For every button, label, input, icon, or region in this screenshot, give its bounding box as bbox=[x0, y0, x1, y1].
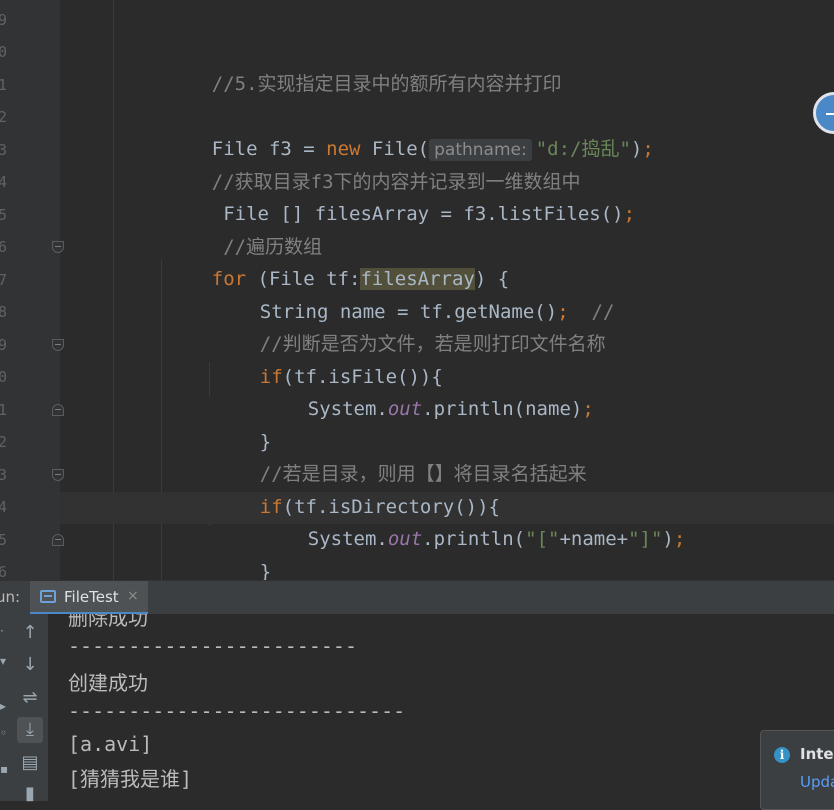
strip-icon[interactable]: ▸ bbox=[0, 699, 6, 713]
info-icon: i bbox=[774, 747, 790, 763]
line-number: 3 bbox=[0, 466, 8, 484]
fold-toggle-icon[interactable] bbox=[52, 241, 64, 253]
code-text: System. bbox=[307, 398, 388, 420]
notification-title: Intel bbox=[800, 745, 834, 763]
soft-wrap-icon[interactable]: ⇌ bbox=[17, 685, 43, 711]
code-line[interactable]: File f3 = new File(pathname: "d:/捣乱"); bbox=[166, 101, 654, 161]
code-line[interactable]: //遍历数组 bbox=[166, 199, 322, 258]
close-icon[interactable]: × bbox=[127, 588, 139, 604]
code-line[interactable]: } bbox=[214, 524, 271, 580]
code-line[interactable]: for (File tf:filesArray) { bbox=[166, 231, 509, 290]
notification-popup[interactable]: i Intel Upda bbox=[760, 730, 834, 810]
strip-icon[interactable]: ◦ bbox=[0, 726, 7, 740]
line-number: 5 bbox=[0, 531, 8, 549]
line-number: 8 bbox=[0, 303, 8, 321]
line-number: 4 bbox=[0, 498, 8, 516]
line-number: 6 bbox=[0, 238, 8, 256]
trash-icon[interactable]: ▮ bbox=[17, 781, 43, 807]
semicolon: ; bbox=[642, 138, 654, 160]
code-line[interactable]: File [] filesArray = f3.listFiles(); bbox=[166, 166, 635, 225]
code-line[interactable]: String name = tf.getName(); // bbox=[214, 264, 615, 323]
strip-icon[interactable]: ▪ bbox=[0, 762, 8, 776]
semicolon: ; bbox=[582, 398, 594, 420]
console-line: ---------------------------- bbox=[68, 699, 406, 723]
code-text: ) bbox=[662, 528, 674, 550]
static-field: out bbox=[387, 398, 423, 420]
code-line[interactable]: if(tf.isDirectory()){ bbox=[214, 459, 500, 518]
line-number: 7 bbox=[0, 271, 8, 289]
line-number: 2 bbox=[0, 108, 8, 126]
fold-toggle-icon[interactable] bbox=[52, 469, 64, 481]
code-text: .println(name) bbox=[422, 398, 583, 420]
line-number: 4 bbox=[0, 173, 8, 191]
scroll-to-end-icon[interactable]: ⤓ bbox=[17, 717, 43, 743]
code-line[interactable]: //获取目录f3下的内容并记录到一维数组中 bbox=[166, 134, 581, 193]
semicolon: ; bbox=[673, 528, 686, 550]
indent-guide bbox=[161, 260, 162, 580]
tab-filetest[interactable]: FileTest × bbox=[30, 581, 148, 615]
up-arrow-icon[interactable]: ↑ bbox=[17, 620, 43, 646]
run-panel-label: un: bbox=[0, 588, 21, 606]
code-editor[interactable]: 9 0 1 2 3 4 5 6 7 8 9 0 1 2 3 4 5 6 //5.… bbox=[0, 0, 834, 580]
print-icon[interactable]: ▤ bbox=[17, 750, 43, 776]
code-text: ) bbox=[630, 138, 643, 160]
code-line[interactable]: //5.实现指定目录中的额所有内容并打印 bbox=[166, 36, 562, 95]
indent-guide bbox=[209, 362, 210, 396]
console-line: [a.avi] bbox=[68, 732, 153, 756]
fold-toggle-icon[interactable] bbox=[52, 534, 64, 546]
line-number: 9 bbox=[0, 336, 8, 354]
code-text: +name+ bbox=[559, 528, 629, 550]
tool-window-strip: · ▾ ▸ ◦ ▪ bbox=[0, 614, 12, 801]
run-panel-header: un: FileTest × bbox=[0, 580, 834, 615]
line-number: 9 bbox=[0, 11, 8, 29]
console-output[interactable]: 删除成功 ------------------------ 创建成功 -----… bbox=[48, 614, 834, 801]
code-text: System. bbox=[307, 528, 388, 550]
code-line[interactable]: System.out.println(name); bbox=[262, 361, 594, 420]
strip-icon[interactable]: ▾ bbox=[0, 654, 6, 668]
notification-link[interactable]: Upda bbox=[800, 773, 834, 791]
code-line[interactable]: System.out.println("["+name+"]"); bbox=[262, 491, 686, 550]
line-number: 1 bbox=[0, 401, 8, 419]
string-literal: "[" bbox=[525, 528, 560, 550]
line-number: 5 bbox=[0, 206, 8, 224]
console-line: 删除成功 bbox=[68, 614, 148, 630]
line-number-gutter: 9 0 1 2 3 4 5 6 7 8 9 0 1 2 3 4 5 6 bbox=[0, 0, 64, 580]
console-line: [猜猜我是谁] bbox=[68, 767, 193, 791]
line-number: 1 bbox=[0, 76, 8, 94]
code-line[interactable]: if(tf.isFile()){ bbox=[214, 329, 443, 388]
console-line: ------------------------ bbox=[68, 634, 357, 658]
line-number: 2 bbox=[0, 433, 8, 451]
semicolon: ; bbox=[623, 203, 636, 225]
line-number: 0 bbox=[0, 368, 8, 386]
code-line[interactable]: //判断是否为文件，若是则打印文件名称 bbox=[214, 296, 606, 355]
console-line: 创建成功 bbox=[68, 671, 148, 695]
down-arrow-icon[interactable]: ↓ bbox=[17, 652, 43, 678]
line-number: 6 bbox=[0, 563, 8, 580]
code-line[interactable]: } bbox=[214, 394, 271, 453]
strip-icon[interactable]: · bbox=[0, 624, 4, 638]
code-line[interactable]: //若是目录，则用【】将目录名括起来 bbox=[214, 426, 587, 485]
console-icon bbox=[40, 590, 56, 603]
floating-action-icon[interactable] bbox=[813, 92, 834, 134]
line-number: 3 bbox=[0, 141, 8, 159]
line-number: 0 bbox=[0, 43, 8, 61]
code-comment: //5.实现指定目录中的额所有内容并打印 bbox=[211, 73, 562, 95]
fold-toggle-icon[interactable] bbox=[52, 404, 64, 416]
code-text: .println( bbox=[422, 528, 526, 550]
fold-toggle-icon[interactable] bbox=[52, 339, 64, 351]
code-text: } bbox=[259, 561, 272, 580]
string-literal: "]" bbox=[628, 528, 663, 550]
tab-label: FileTest bbox=[64, 588, 119, 606]
static-field: out bbox=[387, 528, 423, 550]
